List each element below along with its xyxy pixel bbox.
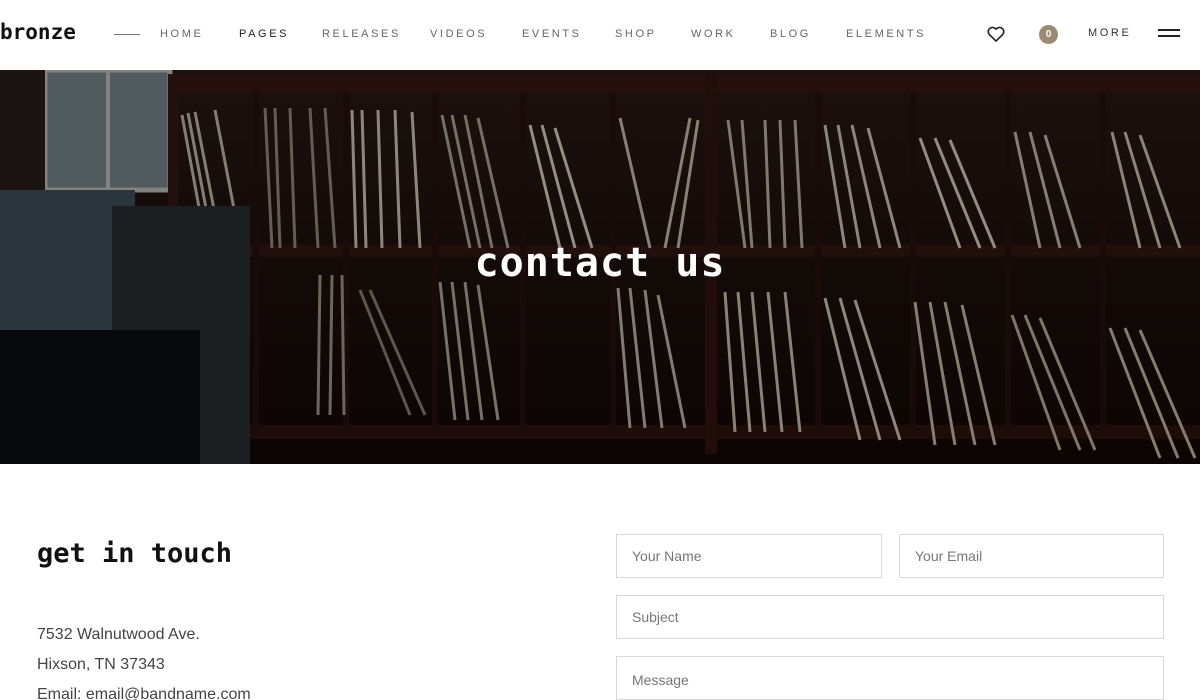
nav-item-releases[interactable]: RELEASES	[322, 28, 401, 40]
subject-input[interactable]	[616, 595, 1164, 639]
cart-count-badge[interactable]: 0	[1039, 25, 1058, 44]
nav-item-shop[interactable]: SHOP	[615, 28, 657, 40]
address-city: Hixson, TN 37343	[37, 656, 165, 673]
email-input[interactable]	[899, 534, 1164, 578]
site-header: bronze HOME PAGES RELEASES VIDEOS EVENTS…	[0, 0, 1200, 70]
nav-item-blog[interactable]: BLOG	[770, 28, 811, 40]
hero-title: contact us	[474, 240, 726, 286]
hamburger-menu-icon[interactable]	[1158, 29, 1180, 39]
nav-item-home[interactable]: HOME	[160, 28, 203, 40]
get-in-touch-heading: get in touch	[37, 538, 233, 569]
nav-item-events[interactable]: EVENTS	[522, 28, 582, 40]
wishlist-heart-icon[interactable]	[986, 24, 1006, 44]
site-logo[interactable]: bronze	[0, 20, 76, 44]
nav-item-pages[interactable]: PAGES	[239, 28, 289, 40]
name-input[interactable]	[616, 534, 882, 578]
message-textarea[interactable]	[616, 656, 1164, 700]
address-email[interactable]: Email: email@bandname.com	[37, 686, 251, 700]
hero-banner: contact us	[0, 70, 1200, 464]
more-menu-label[interactable]: MORE	[1088, 27, 1131, 39]
nav-decorative-dash	[114, 34, 140, 35]
nav-item-elements[interactable]: ELEMENTS	[846, 28, 926, 40]
nav-item-work[interactable]: WORK	[691, 28, 736, 40]
nav-item-videos[interactable]: VIDEOS	[430, 28, 487, 40]
address-street: 7532 Walnutwood Ave.	[37, 626, 200, 643]
